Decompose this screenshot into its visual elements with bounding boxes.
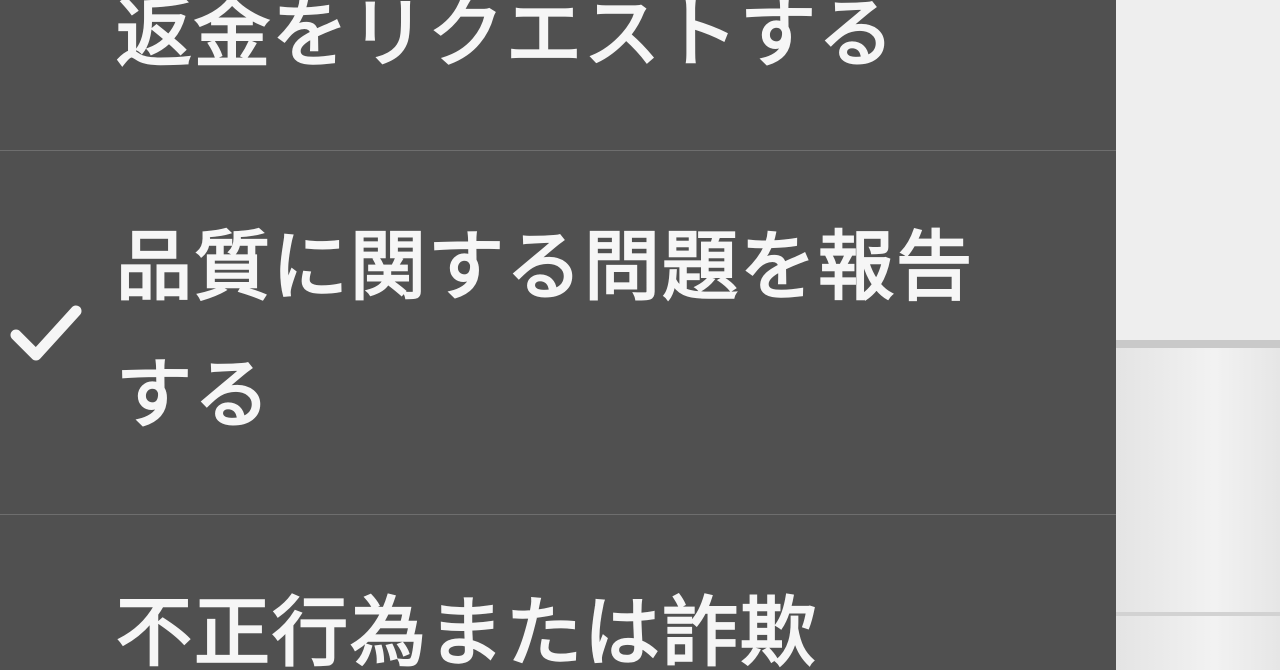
background-panel-bottom — [1116, 348, 1280, 670]
checkmark-icon — [10, 305, 82, 361]
menu-item-request-refund[interactable]: 返金をリクエストする — [0, 0, 1116, 150]
menu-item-label: 品質に関する問題を報告する — [116, 222, 974, 439]
menu-item-fraud[interactable]: 不正行為または詐欺 — [0, 515, 1116, 670]
menu-item-label: 不正行為または詐欺 — [116, 588, 818, 670]
background-divider — [1116, 340, 1280, 348]
background-page — [1116, 0, 1280, 670]
screen: 返金をリクエストする 品質に関する問題を報告する 不正行為または詐欺 — [0, 0, 1280, 670]
background-panel-top — [1116, 0, 1280, 340]
report-reason-menu: 返金をリクエストする 品質に関する問題を報告する 不正行為または詐欺 — [0, 0, 1116, 670]
menu-item-report-quality-issue[interactable]: 品質に関する問題を報告する — [0, 151, 1116, 514]
menu-item-label: 返金をリクエストする — [116, 0, 896, 78]
background-divider-lower — [1116, 612, 1280, 616]
